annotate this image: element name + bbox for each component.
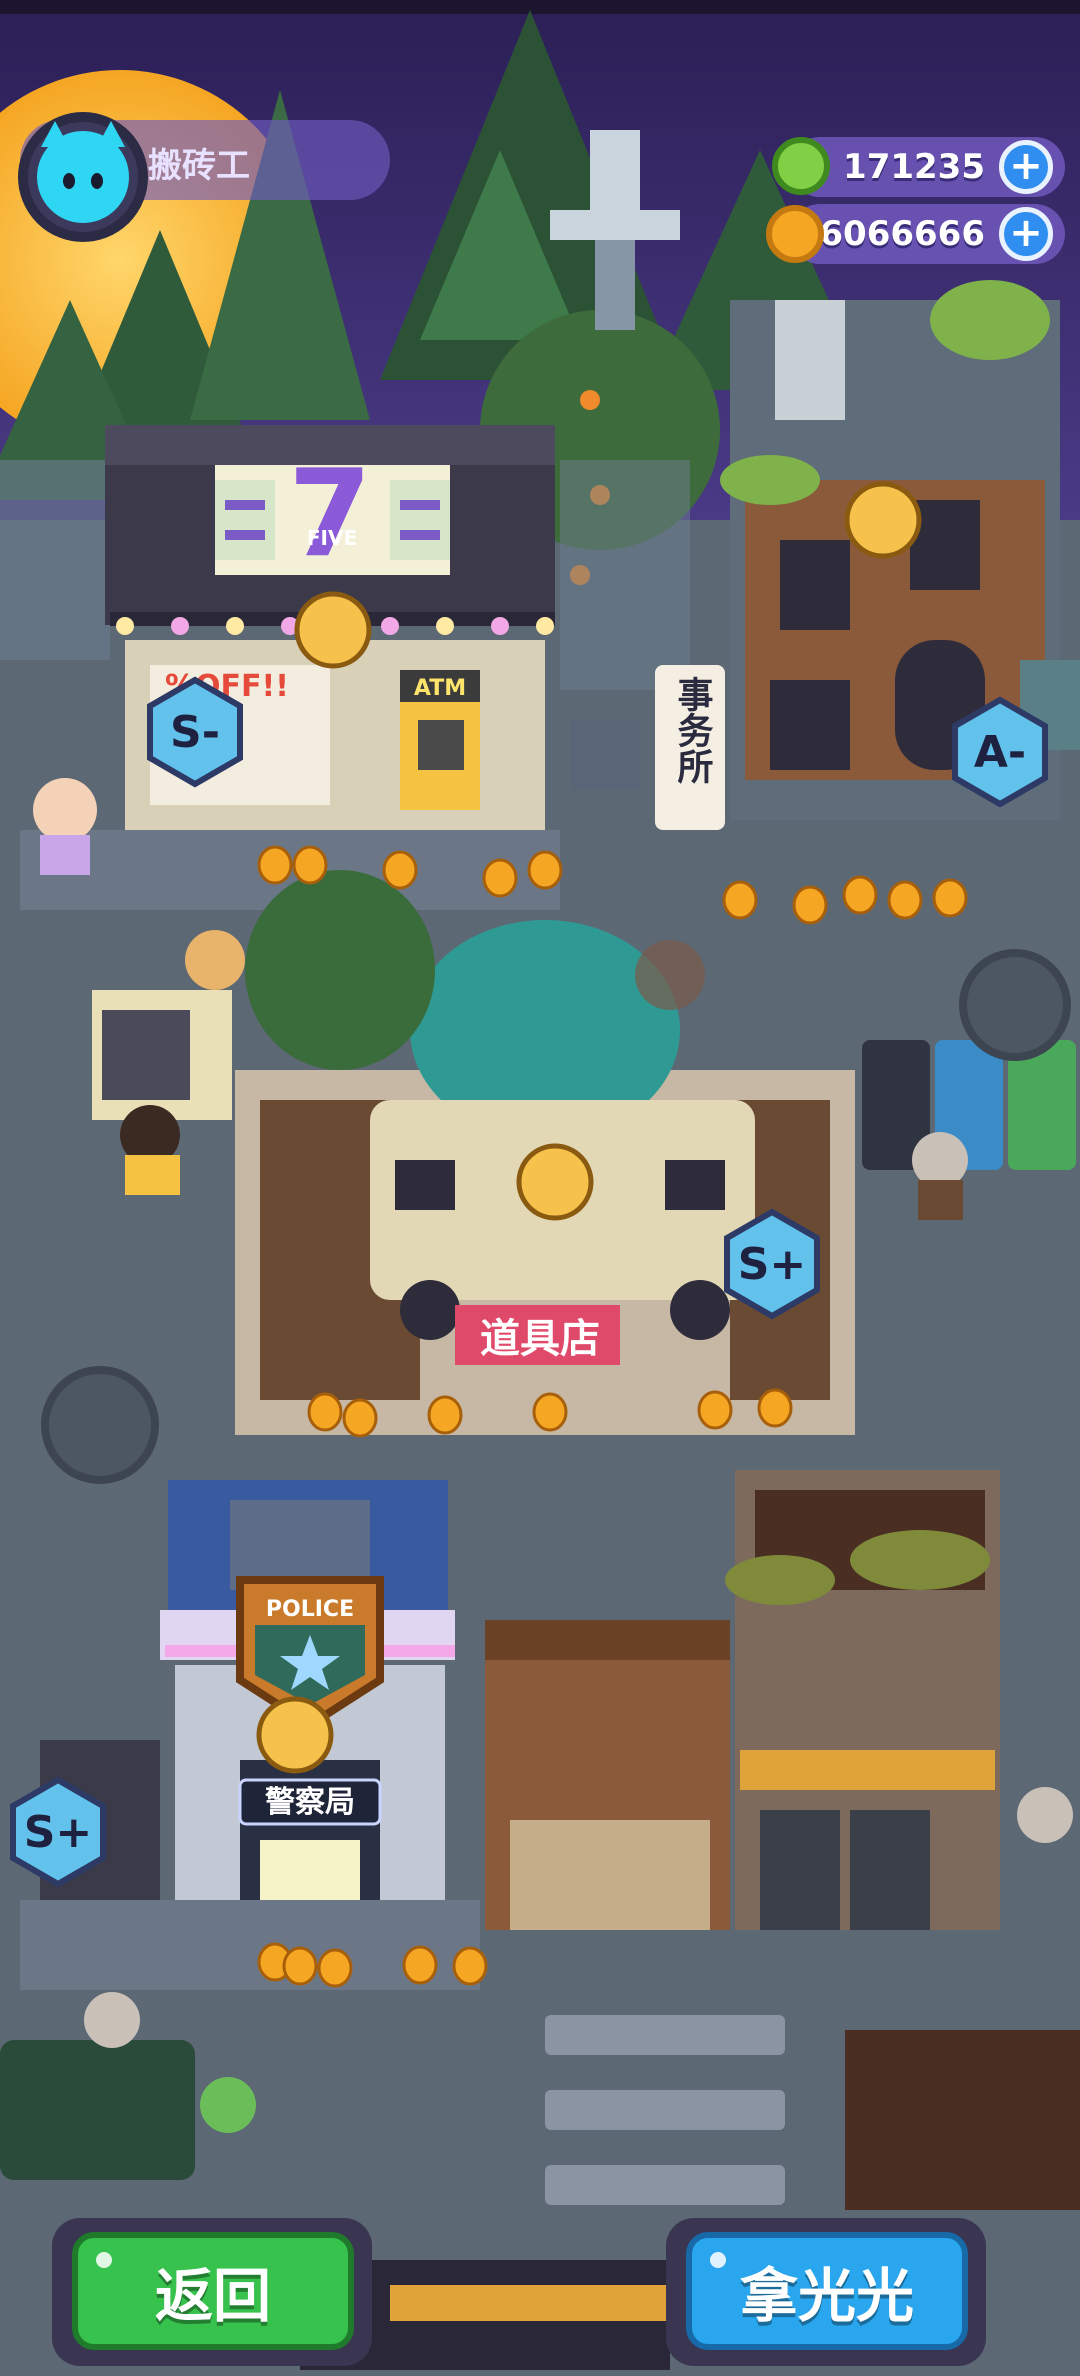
add-donut-button[interactable]: + xyxy=(999,140,1053,194)
store-sign-text: FIVE xyxy=(307,526,357,550)
lock-icon xyxy=(256,1696,334,1774)
office-sign: 事务所 xyxy=(672,676,714,785)
add-coin-button[interactable]: + xyxy=(999,207,1053,261)
fence-mid xyxy=(560,460,690,690)
store-sign-number: 7 xyxy=(288,445,372,584)
game-scene: 7 FIVE %OFF!! ATM 事务所 道具店 POLICE 警察局 S- … xyxy=(0,0,1080,2376)
cat-face-icon xyxy=(37,121,129,223)
donut-value: 171235 xyxy=(843,147,985,187)
donut-counter: 171235 + xyxy=(790,137,1065,197)
player-name: 搬砖工 xyxy=(148,146,250,186)
police-badge-text: POLICE xyxy=(266,1597,354,1622)
police-sign: 警察局 xyxy=(265,1785,355,1820)
atm-label: ATM xyxy=(414,676,466,701)
crosswalk xyxy=(545,2015,785,2205)
back-button-label: 返回 xyxy=(154,2262,271,2330)
lock-icon xyxy=(516,1143,594,1221)
rooftop-tower xyxy=(590,130,640,210)
player-avatar[interactable] xyxy=(18,112,148,242)
item-shop-grade: S+ xyxy=(738,1239,807,1290)
police-grade: S+ xyxy=(24,1807,93,1858)
coin-counter: 6066666 + xyxy=(790,204,1065,264)
lock-icon xyxy=(294,591,372,669)
item-shop-sign: 道具店 xyxy=(480,1316,600,1362)
coin-icon xyxy=(766,205,824,263)
dumpster xyxy=(0,2040,195,2180)
lock-icon xyxy=(844,481,922,559)
tire xyxy=(959,949,1071,1061)
back-button[interactable]: 返回 xyxy=(72,2232,354,2350)
building-lower-right xyxy=(845,2030,1080,2210)
office-grade: A- xyxy=(974,727,1026,778)
fence-left xyxy=(0,460,110,660)
donut-icon xyxy=(772,137,830,195)
take-all-button-label: 拿光光 xyxy=(739,2262,914,2330)
tire xyxy=(41,1366,159,1484)
take-all-button[interactable]: 拿光光 xyxy=(686,2232,968,2350)
coin-value: 6066666 xyxy=(819,214,985,254)
trash-bins xyxy=(862,1040,1076,1170)
store-grade: S- xyxy=(170,707,220,758)
